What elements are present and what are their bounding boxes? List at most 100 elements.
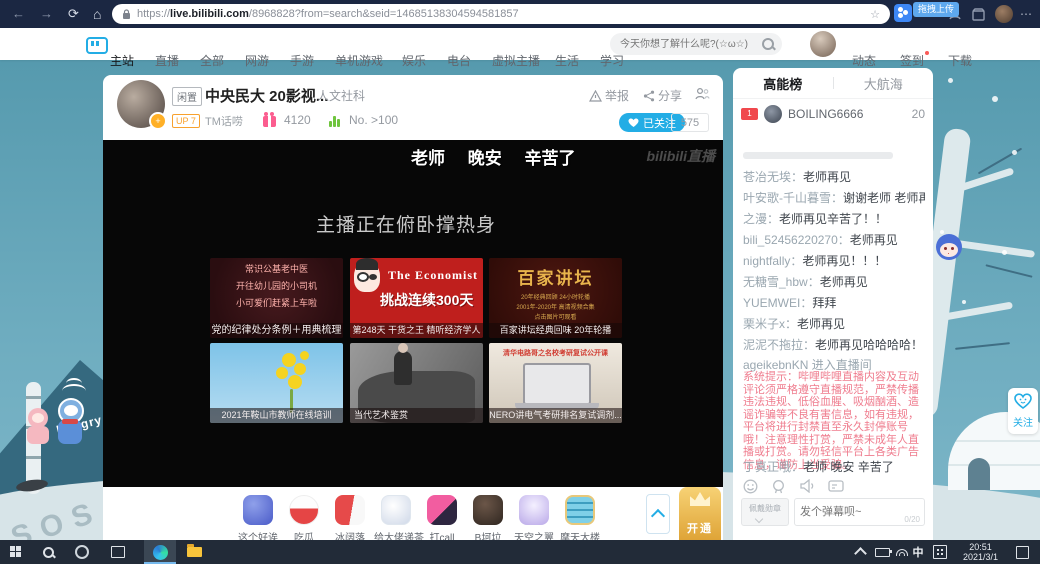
gift-icon[interactable] <box>381 495 411 525</box>
igloo-door <box>968 458 990 490</box>
collapse-gifts-button[interactable] <box>646 494 670 534</box>
video-thumbnail[interactable]: 2021年鞍山市教师在线培训 <box>210 343 343 423</box>
video-thumbnail[interactable]: 当代艺术鉴赏 <box>350 343 483 423</box>
open-fleet-banner[interactable]: 开通 <box>679 487 721 540</box>
video-thumbnail[interactable]: 清华电路哥之名校考研复试公开课 NERO讲电气考研排名复试调剂... <box>489 343 622 423</box>
snowflake <box>940 230 944 234</box>
chat-message: bili_52456220270：老师再见 <box>743 231 925 248</box>
collections-icon[interactable] <box>972 8 985 21</box>
gift-icon[interactable] <box>243 495 273 525</box>
snowflake <box>992 96 998 102</box>
snowflake <box>1012 150 1017 155</box>
rank-row[interactable]: 1 BOILING6666 20 <box>733 102 933 126</box>
horn-icon[interactable] <box>799 479 815 493</box>
economist-face <box>354 262 380 292</box>
danmaku-settings-icon[interactable] <box>828 479 844 493</box>
taskbar-search-icon[interactable] <box>34 540 62 564</box>
nav-link-dynamics[interactable]: 动态 <box>852 45 876 77</box>
nav-item-pcgame[interactable]: 网游 <box>245 45 269 77</box>
economist-brand: The Economist <box>388 268 478 283</box>
nav-item-life[interactable]: 生活 <box>555 45 579 77</box>
bookmark-star-icon[interactable]: ☆ <box>870 8 880 21</box>
nav-item-entertainment[interactable]: 娱乐 <box>402 45 426 77</box>
chat-tool-row <box>733 476 933 496</box>
taskbar-clock[interactable]: 20:51 2021/3/1 <box>963 542 998 562</box>
nav-item-vtuber[interactable]: 虚拟主播 <box>492 45 540 77</box>
nav-link-checkin[interactable]: 签到 <box>900 45 924 77</box>
nav-item-all[interactable]: 全部 <box>200 45 224 77</box>
floating-follow-button[interactable]: 关注 <box>1008 388 1038 434</box>
gift-icon[interactable] <box>519 495 549 525</box>
chat-message: 栗米子x：老师再见 <box>743 315 925 332</box>
gift-icon[interactable] <box>565 495 595 525</box>
tab-high-energy-rank[interactable]: 高能榜 <box>733 74 833 93</box>
pink-character-body <box>27 426 49 444</box>
stream-area[interactable]: 人文社科 <box>317 87 365 104</box>
nav-item-singlegame[interactable]: 单机游戏 <box>335 45 383 77</box>
ime-keyboard-icon[interactable] <box>926 540 954 564</box>
danmaku-input-box[interactable]: 0/20 <box>794 498 925 526</box>
category-badge[interactable]: 闲置 <box>172 87 202 106</box>
nav-item-radio[interactable]: 电台 <box>447 45 471 77</box>
share-icon <box>643 90 655 102</box>
chat-sidebar: 高能榜 大航海 1 BOILING6666 20 苍冶无埃：老师再见 叶安歌-千… <box>733 68 933 540</box>
chat-message: 泥泥不拖拉：老师再见哈哈哈哈！ <box>743 336 925 353</box>
url-bar[interactable]: https://live.bilibili.com/8968828?from=s… <box>112 4 890 24</box>
blue-character-scarf <box>62 419 78 424</box>
checkin-dot <box>925 51 929 55</box>
chibi-face-decoration <box>936 234 962 260</box>
cloud-extension-icon[interactable] <box>894 4 912 22</box>
nav-item-mobilegame[interactable]: 手游 <box>290 45 314 77</box>
video-thumbnail[interactable]: The Economist 挑战连续300天 第248天 干货之王 精听经济学人 <box>350 258 483 338</box>
medal-selector[interactable]: 佩戴勋章 <box>741 498 789 526</box>
search-input[interactable] <box>618 38 762 51</box>
cortana-icon[interactable] <box>68 540 96 564</box>
video-player[interactable]: 老师 晚安 辛苦了 bilibili直播 主播正在俯卧撑热身 常识公基老中医 开… <box>103 140 723 487</box>
nav-link-download[interactable]: 下载 <box>948 45 972 77</box>
back-button[interactable]: ← <box>12 0 25 28</box>
video-thumbnail[interactable]: 百家讲坛 20年经典回顾 24小时轮播 2001年-2020年 高清视频合集 点… <box>489 258 622 338</box>
nav-item-live[interactable]: 直播 <box>155 45 179 77</box>
refresh-button[interactable]: ⟳ <box>68 0 79 28</box>
video-thumbnail[interactable]: 常识公基老中医 开往幼儿园的小司机 小可爱们赶紧上车啦 党的纪律处分条例＋用典梳… <box>210 258 343 338</box>
action-center-icon[interactable] <box>1008 540 1036 564</box>
streamer-level-badge: + <box>149 112 167 130</box>
gift-icon[interactable] <box>335 495 365 525</box>
edge-icon[interactable] <box>146 540 174 564</box>
file-explorer-icon[interactable] <box>180 540 208 564</box>
thumbnail-caption: NERO讲电气考研排名复试调剂... <box>489 408 622 423</box>
nav-avatar[interactable] <box>810 31 836 57</box>
snowflake <box>1002 250 1007 255</box>
forward-button[interactable]: → <box>40 0 53 28</box>
task-view-icon[interactable] <box>104 540 132 564</box>
gift-icon[interactable] <box>473 495 503 525</box>
chat-message: 丁真正哦：老师 晚安 辛苦了 <box>743 458 925 475</box>
chat-message: nightfally：老师再见！！！ <box>743 252 925 269</box>
fan-badge-icon[interactable] <box>771 479 786 494</box>
viewers-icon[interactable] <box>695 87 710 100</box>
home-button[interactable]: ⌂ <box>93 0 101 28</box>
rank-username[interactable]: BOILING6666 <box>788 107 906 121</box>
search-icon[interactable] <box>762 38 774 50</box>
report-button[interactable]: 举报 <box>589 87 629 104</box>
gift-icon[interactable] <box>427 495 457 525</box>
nav-item-main[interactable]: 主站 <box>110 45 134 77</box>
share-button[interactable]: 分享 <box>643 87 682 104</box>
taskbar-date: 2021/3/1 <box>963 552 998 562</box>
browser-avatar[interactable] <box>995 5 1013 23</box>
lock-icon <box>122 9 131 20</box>
search-box[interactable] <box>610 33 782 55</box>
follower-count: 575 <box>671 113 709 132</box>
rank-avatar <box>764 105 782 123</box>
chat-input-row: 佩戴勋章 0/20 <box>741 498 925 526</box>
gift-icon <box>263 116 276 127</box>
truncated-message <box>743 152 893 159</box>
speech-arc <box>62 384 86 398</box>
gift-count: 4120 <box>284 113 311 127</box>
streamer-avatar[interactable]: + <box>117 80 165 128</box>
bilibili-live-watermark: bilibili直播 <box>647 146 715 166</box>
emoji-icon[interactable] <box>743 479 758 494</box>
browser-menu-button[interactable]: ⋯ <box>1020 0 1032 28</box>
start-button[interactable] <box>2 540 30 564</box>
gift-icon[interactable] <box>289 495 319 525</box>
